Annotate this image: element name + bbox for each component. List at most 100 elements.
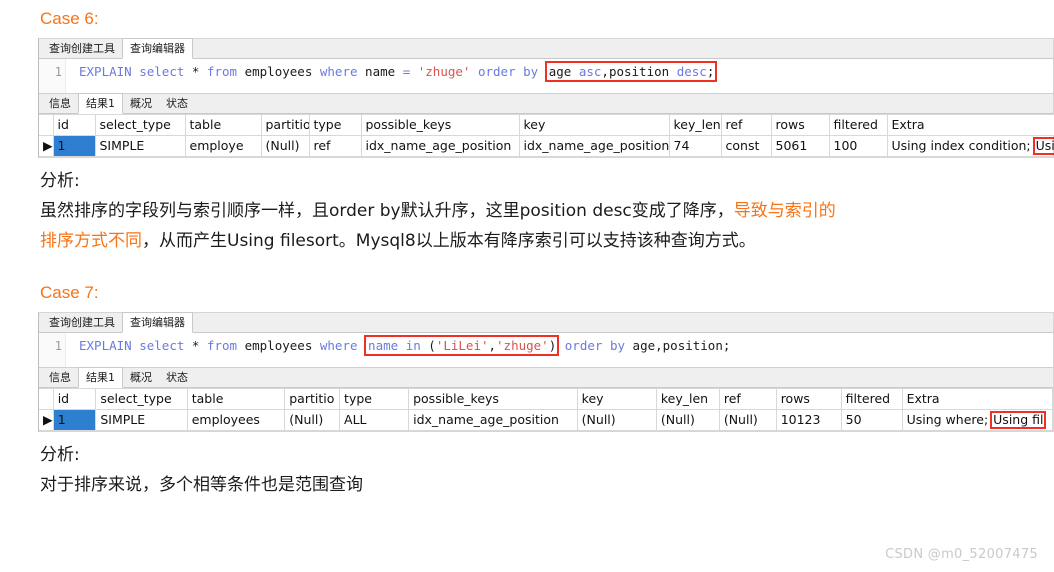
row-marker-icon: ▶ <box>39 135 54 157</box>
col-header-table[interactable]: table <box>187 388 286 410</box>
analysis-span: 排序方式不同 <box>40 231 142 251</box>
page-root: Case 6: 查询创建工具 查询编辑器 1 EXPLAIN select * … <box>0 0 1054 572</box>
table-cell[interactable]: 100 <box>829 135 888 157</box>
sql-token: employees <box>244 64 313 79</box>
result-tab-result1[interactable]: 结果1 <box>78 93 123 114</box>
case7-sql-tail: order by age,position; <box>557 338 731 353</box>
sql-token: where <box>319 338 358 353</box>
table-cell[interactable]: employees <box>187 409 286 431</box>
table-cell[interactable]: const <box>721 135 772 157</box>
sql-token: name <box>365 64 396 79</box>
col-header-table[interactable]: table <box>185 114 262 136</box>
col-header-possible-keys[interactable]: possible_keys <box>408 388 578 410</box>
col-header-extra[interactable]: Extra <box>887 114 1054 136</box>
table-cell[interactable]: 5061 <box>771 135 830 157</box>
sql-token: 'LiLei' <box>435 338 489 353</box>
case7-sql-line: EXPLAIN select * from employees where na… <box>79 335 731 356</box>
table-cell[interactable]: 1 <box>53 409 97 431</box>
sql-token: , <box>655 338 663 353</box>
table-cell[interactable]: 1 <box>53 135 96 157</box>
table-cell[interactable]: Using index condition; Using <box>887 135 1054 157</box>
table-cell[interactable]: idx_name_age_position <box>519 135 670 157</box>
table-row[interactable]: ▶ 1 SIMPLE employe (Null) ref idx_name_age_pos… <box>39 135 1054 157</box>
case6-sql-editor[interactable]: 1 EXPLAIN select * from employees where … <box>39 59 1053 94</box>
col-header-type[interactable]: type <box>309 114 362 136</box>
tab-query-builder[interactable]: 查询创建工具 <box>42 39 122 58</box>
tab-query-editor[interactable]: 查询编辑器 <box>122 38 193 59</box>
table-cell[interactable]: (Null) <box>261 135 310 157</box>
sql-token: desc <box>676 64 707 79</box>
case6-heading: Case 6: <box>40 9 99 28</box>
result-tab-profile[interactable]: 概况 <box>123 94 159 113</box>
table-cell[interactable]: ref <box>309 135 362 157</box>
table-cell[interactable]: (Null) <box>577 409 657 431</box>
col-header-key-len[interactable]: key_len <box>669 114 722 136</box>
result-tab-profile[interactable]: 概况 <box>123 368 159 387</box>
analysis-span: ，从而产生Using filesort。Mysql8以上版本有降序索引可以支持该… <box>142 231 756 251</box>
sql-token: age <box>548 64 572 79</box>
table-row[interactable]: ▶ 1 SIMPLE employees (Null) ALL idx_name_age_p… <box>39 409 1054 431</box>
col-header-ref[interactable]: ref <box>719 388 777 410</box>
analysis-span: 导致与索引的 <box>733 201 836 221</box>
table-cell[interactable]: idx_name_age_position <box>361 135 520 157</box>
table-cell[interactable]: (Null) <box>719 409 777 431</box>
sql-token: in <box>405 338 421 353</box>
col-header-partitions[interactable]: partitio <box>261 114 310 136</box>
table-cell[interactable]: Using where; Using fil <box>902 409 1054 431</box>
table-cell[interactable]: ALL <box>339 409 410 431</box>
result-tab-info[interactable]: 信息 <box>42 368 78 387</box>
case6-analysis: 分析: 虽然排序的字段列与索引顺序一样，且order by默认升序，这里posi… <box>0 166 1054 256</box>
col-header-rows[interactable]: rows <box>776 388 842 410</box>
csdn-watermark: CSDN @m0_52007475 <box>885 547 1038 562</box>
col-header-select-type[interactable]: select_type <box>95 114 186 136</box>
col-header-extra[interactable]: Extra <box>902 388 1054 410</box>
table-cell[interactable]: 50 <box>841 409 903 431</box>
table-cell[interactable]: SIMPLE <box>95 409 188 431</box>
col-header-key[interactable]: key <box>577 388 657 410</box>
col-header-partitions[interactable]: partitio <box>284 388 341 410</box>
col-header-type[interactable]: type <box>339 388 410 410</box>
case7-heading: Case 7: <box>40 283 99 302</box>
tab-query-editor[interactable]: 查询编辑器 <box>122 312 193 333</box>
table-cell[interactable]: 74 <box>669 135 722 157</box>
table-cell[interactable]: SIMPLE <box>95 135 186 157</box>
sql-token: select <box>139 64 185 79</box>
col-header-ref[interactable]: ref <box>721 114 772 136</box>
sql-token: by <box>523 64 539 79</box>
col-header-key[interactable]: key <box>519 114 670 136</box>
result-tab-info[interactable]: 信息 <box>42 94 78 113</box>
table-cell[interactable]: (Null) <box>284 409 341 431</box>
col-header-select-type[interactable]: select_type <box>95 388 188 410</box>
col-header-filtered[interactable]: filtered <box>841 388 903 410</box>
table-cell[interactable]: idx_name_age_position <box>408 409 578 431</box>
result-tab-status[interactable]: 状态 <box>159 368 195 387</box>
col-header-possible-keys[interactable]: possible_keys <box>361 114 520 136</box>
col-header-rows[interactable]: rows <box>771 114 830 136</box>
col-header-filtered[interactable]: filtered <box>829 114 888 136</box>
table-cell[interactable]: 10123 <box>776 409 842 431</box>
col-header-id[interactable]: id <box>53 388 97 410</box>
case6-results: 信息 结果1 概况 状态 id select_type table partit… <box>39 93 1054 157</box>
col-header-id[interactable]: id <box>53 114 96 136</box>
case7-sql-editor[interactable]: 1 EXPLAIN select * from employees where … <box>39 333 1053 368</box>
col-header-key-len[interactable]: key_len <box>656 388 720 410</box>
case6-rowmark-header <box>39 114 54 136</box>
result-tab-result1[interactable]: 结果1 <box>78 367 123 388</box>
table-cell[interactable]: (Null) <box>656 409 720 431</box>
result-tab-status[interactable]: 状态 <box>159 94 195 113</box>
tab-query-builder[interactable]: 查询创建工具 <box>42 313 122 332</box>
case6-table-body: ▶ 1 SIMPLE employe (Null) ref idx_name_age_pos… <box>39 135 1054 157</box>
sql-token: where <box>319 64 358 79</box>
case6-result-tabbar: 信息 结果1 概况 状态 <box>39 93 1053 114</box>
sql-token: by <box>609 338 626 353</box>
table-cell[interactable]: employe <box>185 135 262 157</box>
